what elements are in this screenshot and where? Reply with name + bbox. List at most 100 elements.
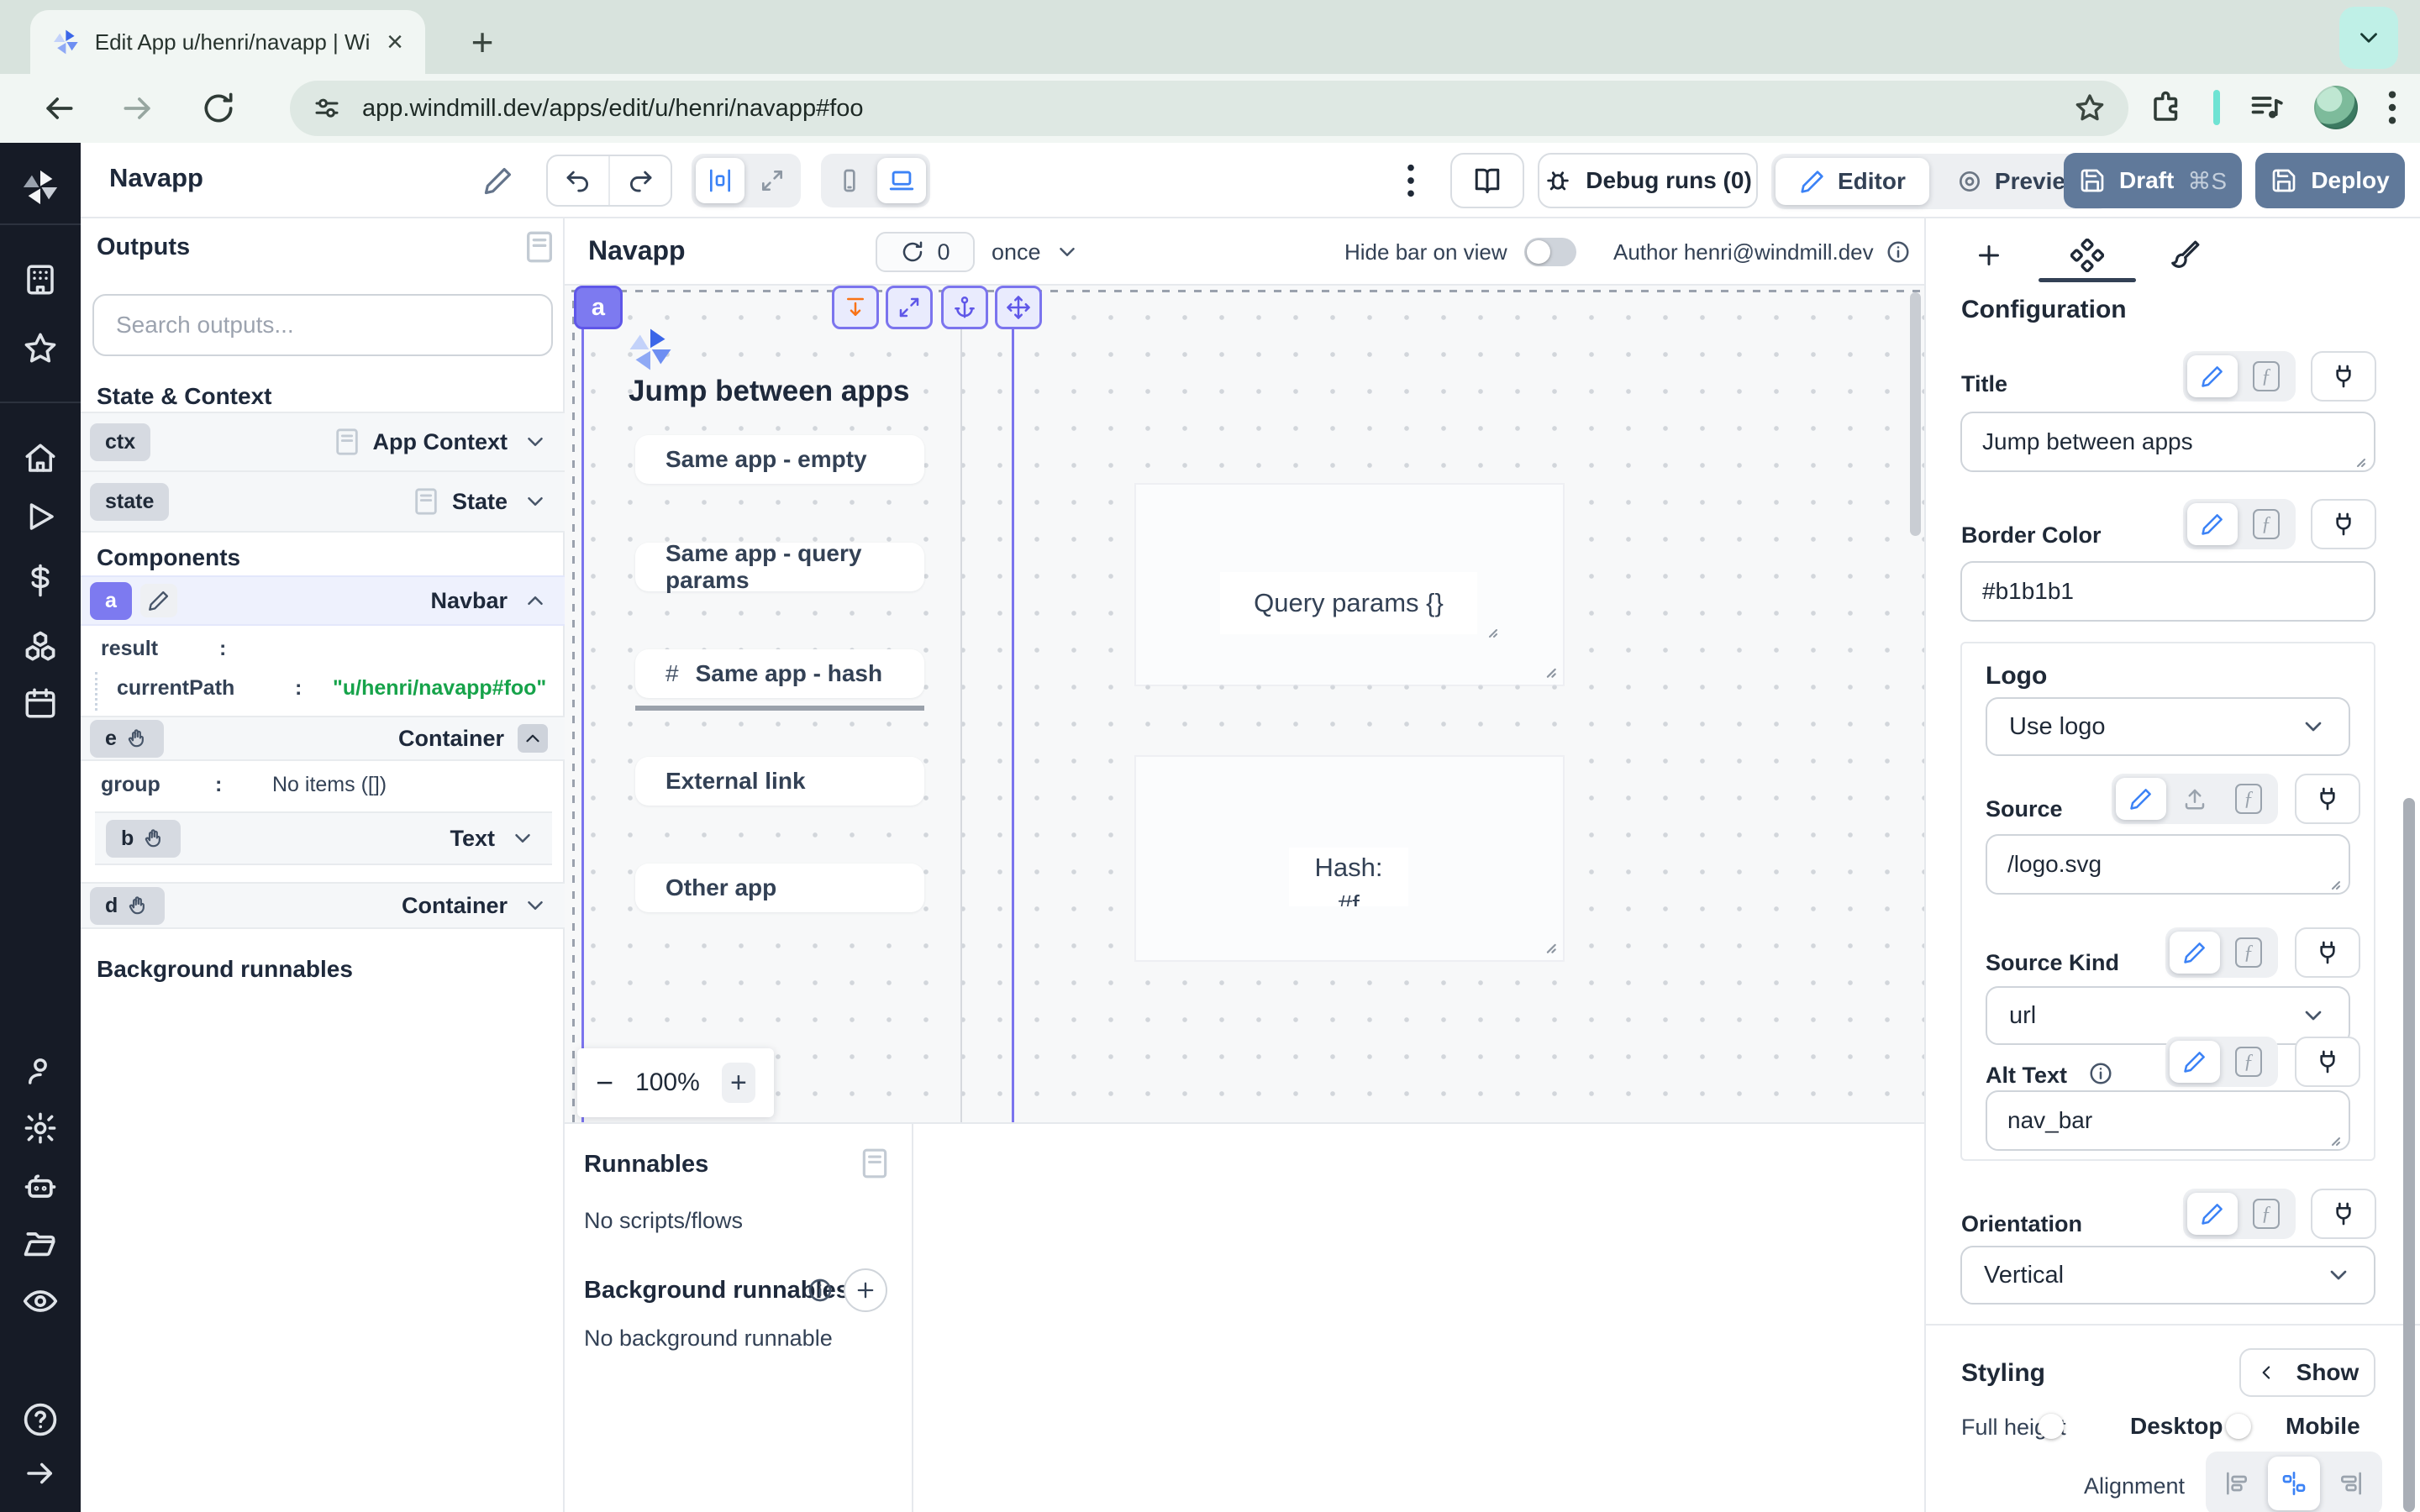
full-width-button[interactable]	[748, 158, 797, 203]
info-icon[interactable]	[807, 1277, 834, 1304]
expand-chip[interactable]	[886, 286, 933, 329]
resize-grip-icon[interactable]	[2350, 452, 2367, 469]
selected-component-chip[interactable]: a	[574, 286, 623, 329]
app-canvas[interactable]: a	[565, 286, 1924, 1122]
orientation-select[interactable]: Vertical	[1960, 1246, 2375, 1305]
title-input[interactable]	[1960, 412, 2375, 472]
settings-tab-active[interactable]	[2058, 228, 2117, 282]
align-left-button[interactable]	[2211, 1457, 2263, 1510]
help-icon[interactable]	[22, 1401, 59, 1438]
editor-tab[interactable]: Editor	[1776, 158, 1929, 205]
desktop-view-button[interactable]	[877, 158, 926, 203]
redo-button[interactable]	[610, 156, 671, 205]
navbar-right-border[interactable]	[1012, 290, 1014, 1122]
component-id-badge[interactable]: e	[90, 720, 164, 758]
extensions-icon[interactable]	[2149, 90, 2185, 125]
workers-robot-icon[interactable]	[22, 1168, 59, 1205]
debug-runs-button[interactable]: Debug runs (0)	[1538, 153, 1758, 208]
audit-eye-icon[interactable]	[22, 1283, 59, 1320]
collapse-button[interactable]	[518, 724, 548, 753]
static-input-button[interactable]	[2187, 355, 2238, 397]
alt-text-input[interactable]	[1986, 1090, 2350, 1151]
folders-icon[interactable]	[22, 1225, 59, 1262]
expression-input-button[interactable]: ƒ	[2241, 503, 2291, 545]
media-controls-icon[interactable]	[2249, 89, 2286, 126]
resources-cubes-icon[interactable]	[22, 628, 59, 665]
query-params-text-box[interactable]: Query params {}	[1220, 572, 1477, 634]
ctx-row[interactable]: ctx App Context	[81, 412, 565, 472]
static-input-button[interactable]	[2170, 1041, 2220, 1083]
component-id-badge[interactable]: d	[90, 887, 165, 925]
component-id-badge[interactable]: a	[90, 582, 132, 620]
add-background-runnable-button[interactable]	[844, 1268, 887, 1312]
anchor-top-chip[interactable]	[832, 286, 879, 329]
edit-id-button[interactable]	[140, 584, 177, 617]
chevron-down-icon[interactable]	[523, 489, 548, 514]
windmill-logo-icon[interactable]	[21, 168, 60, 207]
resize-grip-icon[interactable]	[1482, 622, 1499, 639]
upload-input-button[interactable]	[2170, 778, 2220, 820]
align-center-button[interactable]	[2268, 1457, 2320, 1510]
forward-icon[interactable]	[119, 90, 156, 127]
config-scrollbar[interactable]	[2403, 798, 2415, 1512]
runs-play-icon[interactable]	[23, 499, 58, 534]
users-person-icon[interactable]	[23, 1053, 58, 1089]
info-icon[interactable]	[2088, 1061, 2113, 1086]
window-chevron-button[interactable]	[2339, 7, 2398, 69]
expression-input-button[interactable]: ƒ	[2241, 355, 2291, 397]
panel-doc-icon[interactable]	[860, 1147, 889, 1179]
styling-show-button[interactable]: Show	[2239, 1348, 2375, 1397]
tab-close-icon[interactable]: ×	[387, 28, 403, 56]
insert-tab[interactable]	[1960, 228, 2018, 282]
chrome-menu-kebab-icon[interactable]	[2386, 88, 2398, 127]
docs-button[interactable]	[1450, 153, 1524, 208]
expression-input-button[interactable]: ƒ	[2223, 932, 2274, 974]
panel-doc-icon[interactable]	[524, 230, 555, 264]
static-input-button[interactable]	[2187, 503, 2238, 545]
home-icon[interactable]	[23, 441, 58, 476]
anchor-chip[interactable]	[941, 286, 988, 329]
connect-input-button[interactable]	[2311, 499, 2376, 549]
component-row-container-d[interactable]: d Container	[81, 882, 565, 929]
chevron-down-icon[interactable]	[523, 893, 548, 918]
static-input-button[interactable]	[2187, 1193, 2238, 1235]
align-right-button[interactable]	[2325, 1457, 2377, 1510]
nav-link-button[interactable]: # Same app - hash	[635, 649, 924, 698]
browser-tab[interactable]: Edit App u/henri/navapp | Win ×	[30, 10, 425, 74]
chevron-down-icon[interactable]	[523, 429, 548, 454]
settings-gear-icon[interactable]	[23, 1110, 58, 1146]
move-chip[interactable]	[995, 286, 1042, 329]
info-icon[interactable]	[1886, 239, 1911, 265]
source-input[interactable]	[1986, 834, 2350, 895]
profile-avatar[interactable]	[2314, 86, 2358, 129]
border-color-input[interactable]	[1960, 561, 2375, 622]
canvas-scrollbar[interactable]	[1910, 292, 1921, 536]
favorites-star-icon[interactable]	[23, 331, 58, 366]
chevron-up-icon[interactable]	[523, 588, 548, 613]
component-row-text-b[interactable]: b Text	[95, 811, 552, 865]
static-input-button[interactable]	[2116, 778, 2166, 820]
schedules-calendar-icon[interactable]	[23, 685, 58, 721]
new-tab-button[interactable]: +	[459, 18, 506, 66]
hide-bar-toggle[interactable]	[1524, 238, 1576, 266]
more-options-kebab-icon[interactable]	[1405, 161, 1417, 200]
resize-grip-icon[interactable]	[2325, 874, 2342, 891]
component-row-navbar[interactable]: a Navbar	[81, 575, 565, 626]
nav-link-button[interactable]: Other app	[635, 864, 924, 912]
draft-button[interactable]: Draft ⌘S	[2064, 153, 2242, 208]
connect-input-button[interactable]	[2311, 351, 2376, 402]
run-mode-select[interactable]: once	[992, 232, 1080, 272]
expression-input-button[interactable]: ƒ	[2241, 1193, 2291, 1235]
source-kind-select[interactable]: url	[1986, 986, 2350, 1045]
reload-icon[interactable]	[200, 90, 237, 127]
component-row-container-e[interactable]: e Container	[81, 716, 565, 761]
resize-grip-icon[interactable]	[1539, 661, 1558, 680]
deploy-button[interactable]: Deploy	[2255, 153, 2405, 208]
connect-input-button[interactable]	[2295, 774, 2360, 824]
mobile-view-button[interactable]	[825, 158, 874, 203]
component-id-badge[interactable]: b	[106, 820, 181, 858]
connect-input-button[interactable]	[2295, 927, 2360, 978]
expression-input-button[interactable]: ƒ	[2223, 1041, 2274, 1083]
logo-select[interactable]: Use logo	[1986, 697, 2350, 756]
hash-text-box[interactable]: Hash: #f	[1289, 848, 1408, 906]
